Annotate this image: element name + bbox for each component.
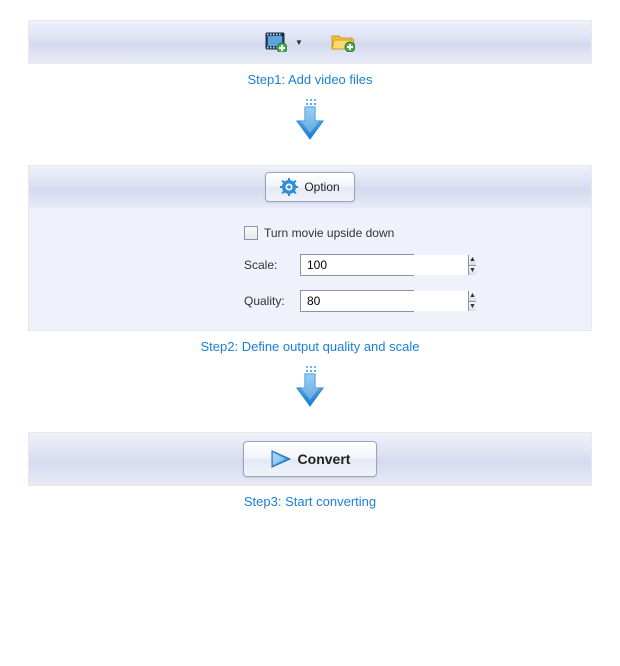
step1-panel: ▼	[28, 20, 592, 64]
arrow-down-icon	[293, 99, 327, 141]
step2-settings: Turn movie upside down Scale: ▲ ▼ Qualit…	[29, 208, 591, 330]
quality-input[interactable]	[301, 291, 468, 311]
step3-panel: Convert	[28, 432, 592, 486]
flip-row: Turn movie upside down	[244, 226, 591, 240]
step3-toolbar: Convert	[29, 433, 591, 485]
arrow-2	[28, 366, 592, 408]
step2-toolbar: Option	[29, 166, 591, 208]
step1-caption: Step1: Add video files	[28, 72, 592, 87]
flip-checkbox[interactable]	[244, 226, 258, 240]
scale-row: Scale: ▲ ▼	[244, 254, 591, 276]
step2-panel: Option Turn movie upside down Scale: ▲ ▼…	[28, 165, 592, 331]
arrow-1	[28, 99, 592, 141]
step1-toolbar: ▼	[29, 21, 591, 63]
scale-spinner: ▲ ▼	[300, 254, 414, 276]
add-folder-button[interactable]	[331, 32, 355, 52]
play-icon	[270, 449, 292, 469]
scale-input[interactable]	[301, 255, 468, 275]
flip-label: Turn movie upside down	[264, 226, 394, 240]
option-button[interactable]: Option	[265, 172, 354, 202]
scale-up-button[interactable]: ▲	[469, 255, 476, 265]
step2-caption: Step2: Define output quality and scale	[28, 339, 592, 354]
scale-down-button[interactable]: ▼	[469, 265, 476, 276]
gear-icon	[280, 178, 298, 196]
add-video-icon	[265, 32, 287, 52]
quality-spinner: ▲ ▼	[300, 290, 414, 312]
convert-button[interactable]: Convert	[243, 441, 378, 477]
quality-row: Quality: ▲ ▼	[244, 290, 591, 312]
arrow-down-icon	[293, 366, 327, 408]
quality-label: Quality:	[244, 294, 300, 308]
quality-down-button[interactable]: ▼	[469, 301, 476, 312]
add-video-dropdown[interactable]: ▼	[293, 38, 305, 47]
scale-label: Scale:	[244, 258, 300, 272]
add-video-button[interactable]	[265, 32, 287, 52]
quality-up-button[interactable]: ▲	[469, 291, 476, 301]
add-folder-icon	[331, 32, 355, 52]
convert-button-label: Convert	[298, 451, 351, 467]
step3-caption: Step3: Start converting	[28, 494, 592, 509]
option-button-label: Option	[304, 180, 339, 194]
